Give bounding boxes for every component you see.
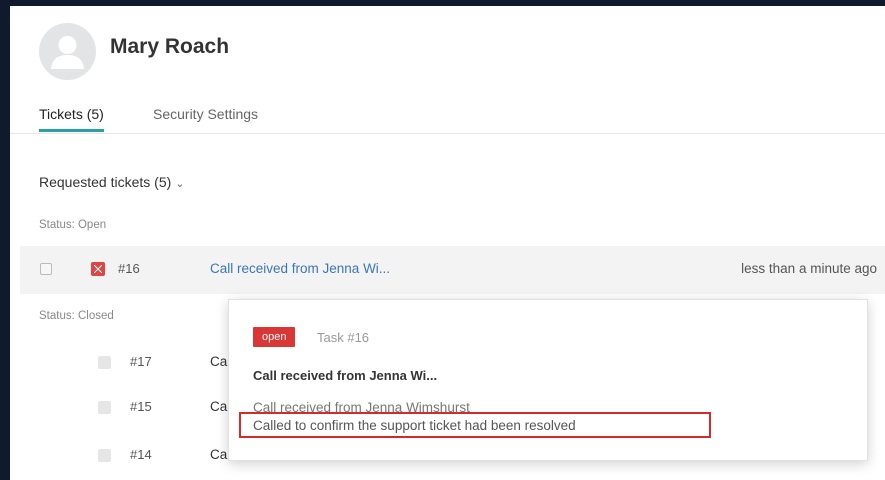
- priority-urgent-icon: [91, 262, 105, 276]
- tab-bar: Tickets (5) Security Settings: [10, 102, 885, 134]
- ticket-number: #15: [130, 399, 152, 414]
- ticket-number: #16: [118, 261, 140, 276]
- tab-security-settings[interactable]: Security Settings: [153, 106, 258, 122]
- ticket-number: #17: [130, 354, 152, 369]
- popup-title: Call received from Jenna Wi...: [253, 368, 438, 383]
- ticket-subject-link[interactable]: Ca: [210, 354, 227, 369]
- requested-tickets-dropdown[interactable]: Requested tickets (5) ⌄: [39, 174, 185, 190]
- ticket-time: less than a minute ago: [741, 261, 877, 276]
- tab-tickets[interactable]: Tickets (5): [39, 106, 104, 132]
- user-name: Mary Roach: [110, 35, 230, 58]
- popup-task-id: Task #16: [317, 330, 370, 345]
- ticket-status-icon: [98, 401, 111, 414]
- section-title: Requested tickets (5): [39, 174, 172, 190]
- ticket-status-icon: [98, 356, 111, 369]
- app-frame: Mary Roach Tickets (5) Security Settings…: [10, 6, 885, 480]
- avatar-icon[interactable]: [39, 23, 96, 80]
- status-badge: open: [253, 327, 296, 347]
- ticket-subject-link[interactable]: Ca: [210, 447, 227, 462]
- row-checkbox[interactable]: [40, 263, 52, 275]
- ticket-subject-link[interactable]: Call received from Jenna Wi...: [210, 261, 390, 276]
- table-row[interactable]: #16 Call received from Jenna Wi... less …: [20, 246, 885, 294]
- status-closed-label: Status: Closed: [39, 310, 114, 322]
- highlight-annotation-box: [239, 412, 711, 438]
- status-open-label: Status: Open: [39, 219, 107, 231]
- ticket-status-icon: [98, 449, 111, 462]
- ticket-number: #14: [130, 447, 152, 462]
- ticket-subject-link[interactable]: Ca: [210, 399, 227, 414]
- chevron-down-icon: ⌄: [175, 178, 185, 190]
